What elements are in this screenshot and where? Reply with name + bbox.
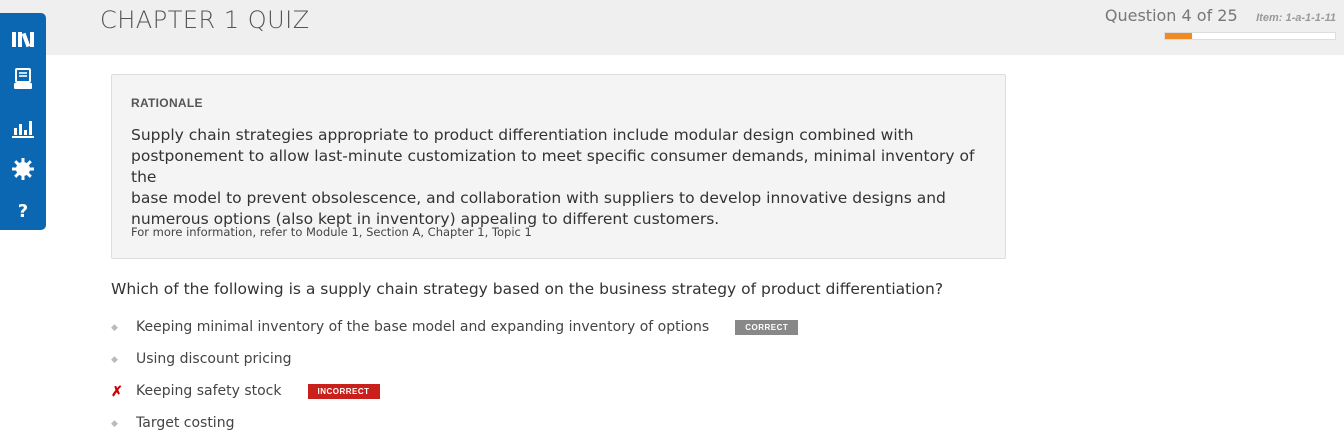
answer-option[interactable]: ◆ Keeping minimal inventory of the base … — [111, 317, 799, 337]
progress-fill — [1165, 33, 1193, 39]
option-marker-icon: ◆ — [111, 417, 118, 428]
item-id: Item: 1-a-1-1-11 — [1256, 12, 1336, 24]
gear-icon[interactable] — [0, 155, 46, 183]
rationale-line: postponement to allow last-minute custom… — [131, 147, 975, 186]
help-icon[interactable]: ? — [0, 197, 46, 225]
answer-option[interactable]: ◆ Using discount pricing — [111, 349, 292, 369]
option-text: Target costing — [136, 415, 235, 431]
rationale-line: base model to prevent obsolescence, and … — [131, 189, 946, 207]
answer-option[interactable]: ✗ Keeping safety stock INCORRECT — [111, 381, 380, 401]
help-icon-label: ? — [17, 200, 29, 222]
question-text: Which of the following is a supply chain… — [111, 280, 944, 298]
question-counter: Question 4 of 25 — [1104, 6, 1238, 25]
option-text: Keeping minimal inventory of the base mo… — [136, 319, 710, 335]
answer-option[interactable]: ◆ Target costing — [111, 413, 234, 433]
rationale-line: Supply chain strategies appropriate to p… — [131, 126, 914, 144]
correct-badge: CORRECT — [735, 319, 799, 335]
incorrect-badge: INCORRECT — [307, 383, 380, 399]
option-marker-icon: ◆ — [111, 353, 118, 364]
bar-chart-icon[interactable] — [0, 115, 46, 143]
sidebar: ? — [0, 13, 46, 230]
progress-bar — [1164, 32, 1336, 40]
rationale-panel: RATIONALE Supply chain strategies approp… — [111, 74, 1006, 259]
incorrect-x-icon: ✗ — [111, 382, 123, 399]
page-title: CHAPTER 1 QUIZ — [100, 6, 310, 34]
option-text: Keeping safety stock — [136, 383, 282, 399]
flashcards-icon[interactable] — [0, 65, 46, 93]
rationale-reference: For more information, refer to Module 1,… — [131, 225, 532, 239]
question-info: Question 4 of 25 Item: 1-a-1-1-11 — [1105, 6, 1336, 26]
top-bar: CHAPTER 1 QUIZ Question 4 of 25 Item: 1-… — [0, 0, 1344, 55]
library-icon[interactable] — [0, 25, 46, 53]
option-text: Using discount pricing — [136, 351, 292, 367]
rationale-heading: RATIONALE — [131, 96, 203, 110]
rationale-text: Supply chain strategies appropriate to p… — [131, 125, 991, 230]
option-marker-icon: ◆ — [111, 321, 118, 332]
